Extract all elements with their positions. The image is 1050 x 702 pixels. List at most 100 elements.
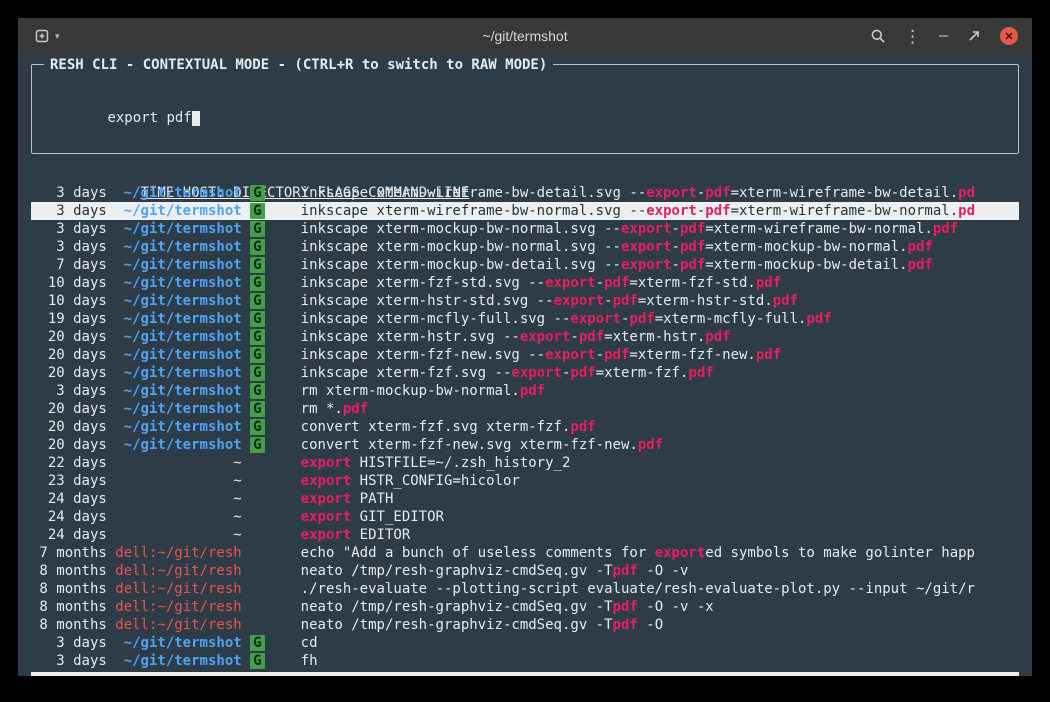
new-tab-button[interactable]: ▾ [34,28,60,44]
minimize-button[interactable]: – [939,28,948,44]
row-host-directory: ~/git/termshot [115,292,241,310]
row-host-directory: dell:~/git/resh [115,544,241,562]
command-match-highlight: pdf [604,347,629,363]
history-row[interactable]: 8 monthsdell:~/git/reshneato /tmp/resh-g… [31,616,1019,634]
row-command: cd [301,634,1019,652]
row-command: export HISTFILE=~/.zsh_history_2 [301,454,1019,472]
history-row[interactable]: 20 days~/git/termshotGinkscape xterm-fzf… [31,346,1019,364]
search-query[interactable]: export pdf [107,110,191,126]
git-flag-badge: G [250,239,264,255]
row-time: 8 months [31,562,107,580]
command-text: neato /tmp/resh-graphviz-cmdSeq.gv -T [301,563,613,579]
row-flags: G [250,418,292,436]
kebab-menu-icon: ⋮ [904,28,921,45]
history-row[interactable]: 20 days~/git/termshotGinkscape xterm-hst… [31,328,1019,346]
menu-button[interactable]: ⋮ [904,28,921,45]
history-row-selected[interactable]: 3 days~/git/termshotGinkscape xterm-wire… [31,202,1019,220]
row-host-directory: ~/git/termshot [115,310,241,328]
command-match-highlight: export [655,545,706,561]
history-row[interactable]: 3 days~/git/termshotGrm xterm-mockup-bw-… [31,382,1019,400]
row-flags: G [250,436,292,454]
command-text: ./resh-evaluate --plotting-script evalua… [301,581,975,597]
command-match-highlight: export [646,185,697,201]
row-flags [250,526,292,544]
row-host-directory: ~/git/termshot [115,634,241,652]
command-text: cd [301,635,318,651]
row-host-directory: dell:~/git/resh [115,616,241,634]
command-text: inkscape xterm-mockup-bw-normal.svg -- [301,221,621,237]
maximize-button[interactable] [966,28,982,44]
row-command: inkscape xterm-mcfly-full.svg --export-p… [301,310,1019,328]
history-row[interactable]: 10 days~/git/termshotGinkscape xterm-fzf… [31,274,1019,292]
history-row[interactable]: 24 days~export PATH [31,490,1019,508]
git-flag-badge: G [250,437,264,453]
row-host-directory: ~/git/termshot [115,652,241,670]
dropdown-caret-icon: ▾ [55,31,60,42]
command-text: PATH [351,491,393,507]
row-flags: G [250,382,292,400]
row-flags [250,598,292,616]
row-flags: G [250,238,292,256]
history-row[interactable]: 20 days~/git/termshotGconvert xterm-fzf-… [31,436,1019,454]
row-time: 20 days [31,328,107,346]
titlebar[interactable]: ▾ ~/git/termshot ⋮ – [18,18,1032,54]
history-row[interactable]: 3 days~/git/termshotGinkscape xterm-wire… [31,184,1019,202]
row-flags: G [250,220,292,238]
history-row[interactable]: 10 days~/git/termshotGinkscape xterm-hst… [31,292,1019,310]
command-text: - [596,347,604,363]
history-row[interactable]: 8 monthsdell:~/git/reshneato /tmp/resh-g… [31,562,1019,580]
command-match-highlight: pdf [520,383,545,399]
command-match-highlight: pdf [613,293,638,309]
row-time: 3 days [31,652,107,670]
history-row[interactable]: 20 days~/git/termshotGconvert xterm-fzf.… [31,418,1019,436]
history-row[interactable]: 3 days~/git/termshotGfh [31,652,1019,670]
command-text: -O -v -x [638,599,714,615]
row-flags: G [250,202,292,220]
history-row[interactable]: 8 monthsdell:~/git/reshneato /tmp/resh-g… [31,598,1019,616]
row-flags: G [250,310,292,328]
git-flag-badge: G [250,383,264,399]
history-row[interactable]: 7 monthsdell:~/git/reshecho "Add a bunch… [31,544,1019,562]
history-row[interactable]: 23 days~export HSTR_CONFIG=hicolor [31,472,1019,490]
row-command: neato /tmp/resh-graphviz-cmdSeq.gv -Tpdf… [301,598,1019,616]
row-command: export HSTR_CONFIG=hicolor [301,472,1019,490]
command-match-highlight: export [301,509,352,525]
history-row[interactable]: 8 monthsdell:~/git/resh./resh-evaluate -… [31,580,1019,598]
history-row[interactable]: 3 days~/git/termshotGcd [31,634,1019,652]
command-text: convert xterm-fzf-new.svg xterm-fzf-new. [301,437,638,453]
history-row[interactable]: 24 days~export EDITOR [31,526,1019,544]
command-text: =xterm-mockup-bw-normal. [705,239,907,255]
command-text: inkscape xterm-fzf-new.svg -- [301,347,545,363]
close-icon: ✕ [1004,30,1013,43]
row-flags: G [250,364,292,382]
row-command: inkscape xterm-hstr-std.svg --export-pdf… [301,292,1019,310]
search-button[interactable] [870,28,886,44]
history-row[interactable]: 20 days~/git/termshotGrm *.pdf [31,400,1019,418]
history-row[interactable]: 22 days~export HISTFILE=~/.zsh_history_2 [31,454,1019,472]
command-text: =xterm-fzf-std. [629,275,755,291]
history-row[interactable]: 20 days~/git/termshotGinkscape xterm-fzf… [31,364,1019,382]
row-host-directory: ~/git/termshot [115,346,241,364]
history-row[interactable]: 3 days~/git/termshotGinkscape xterm-mock… [31,238,1019,256]
table-header: TIME HOST: DIRECTORY FLAGS COMMAND-LINE [31,166,1019,184]
close-button[interactable]: ✕ [1000,27,1018,45]
command-match-highlight: pdf [680,239,705,255]
command-match-highlight: pdf [604,275,629,291]
history-row[interactable]: 24 days~export GIT_EDITOR [31,508,1019,526]
row-command: inkscape xterm-fzf-new.svg --export-pdf=… [301,346,1019,364]
history-row[interactable]: 3 days~/git/termshotGinkscape xterm-mock… [31,220,1019,238]
terminal-content[interactable]: RESH CLI - CONTEXTUAL MODE - (CTRL+R to … [18,54,1032,676]
search-box[interactable]: RESH CLI - CONTEXTUAL MODE - (CTRL+R to … [31,64,1019,154]
command-match-highlight: pdf [570,419,595,435]
row-time: 8 months [31,616,107,634]
row-command: inkscape xterm-mockup-bw-normal.svg --ex… [301,238,1019,256]
row-time: 3 days [31,202,107,220]
history-row[interactable]: 7 days~/git/termshotGinkscape xterm-mock… [31,256,1019,274]
row-host-directory: ~/git/termshot [115,382,241,400]
command-text: inkscape xterm-hstr-std.svg -- [301,293,554,309]
row-host-directory: ~/git/termshot [115,220,241,238]
history-row[interactable]: 19 days ~/git/termshot Ginkscape xterm-mcf… [31,310,1019,328]
row-time: 19 days [31,310,107,328]
command-match-highlight: pdf [613,563,638,579]
command-match-highlight: pdf [705,203,730,219]
